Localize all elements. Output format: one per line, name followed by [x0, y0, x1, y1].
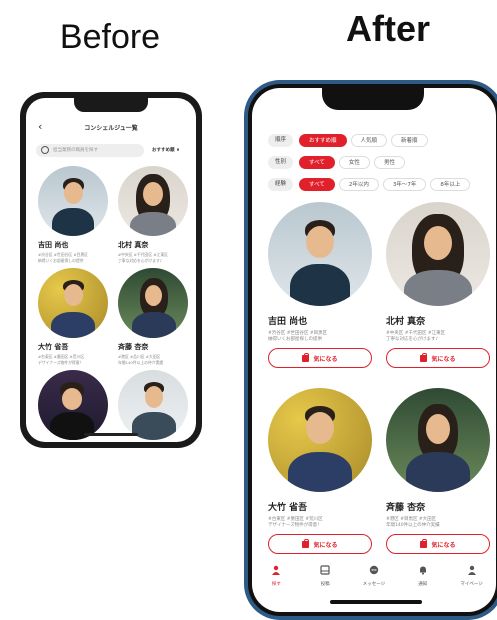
concierge-card[interactable]: 大竹 省吾 #台東区 #墨田区 #荒川区 デザイナーズ物件が得意！ 気になる: [268, 388, 376, 554]
concierge-card[interactable]: 北村 真奈 #中央区 #千代田区 #江東区 丁寧な対応を心がけます♪: [118, 166, 192, 264]
interest-button-label: 気になる: [431, 355, 456, 363]
concierge-card[interactable]: [38, 370, 112, 440]
nav-bar: ‹ コンシェルジュ一覧: [26, 120, 196, 136]
chip-exp-all[interactable]: すべて: [299, 177, 335, 191]
concierge-card[interactable]: 北村 真奈 #中央区 #千代田区 #江東区 丁寧な対応を心がけます♪ 気になる: [386, 202, 494, 368]
concierge-photo: [38, 370, 108, 440]
chip-exp-8y[interactable]: 8年以上: [430, 177, 471, 191]
tab-label: 投稿: [320, 582, 330, 587]
phone-notch: [322, 88, 424, 110]
concierge-card[interactable]: 吉田 尚也 #渋谷区 #世田谷区 #目黒区 納得いくお部屋探しの提供 気になる: [268, 202, 376, 368]
search-input[interactable]: 担当業務の職員を探す: [36, 144, 144, 157]
chip-male[interactable]: 男性: [373, 155, 405, 169]
post-icon: [320, 565, 330, 575]
concierge-card[interactable]: 大竹 省吾 #台東区 #墨田区 #荒川区 デザイナーズ物件が得意！: [38, 268, 112, 366]
phone-notch: [74, 98, 148, 112]
concierge-name: 北村 真奈: [386, 317, 426, 327]
bag-icon: [302, 538, 310, 548]
interest-button[interactable]: 気になる: [386, 348, 490, 368]
concierge-intro: 丁寧な対応を心がけます♪: [118, 258, 163, 263]
concierge-name: 吉田 尚也: [268, 317, 308, 327]
chip-gender-all[interactable]: すべて: [299, 155, 335, 169]
concierge-name: 大竹 省吾: [38, 343, 69, 351]
nav-title: コンシェルジュ一覧: [84, 125, 138, 132]
after-phone: 順序 おすすめ順 人気順 新着順 性別 すべて 女性 男性 経験 すべて 2年以…: [244, 80, 497, 620]
concierge-intro: 年間140件以上の仲介実績: [386, 523, 440, 528]
filter-order: 順序 おすすめ順 人気順 新着順: [268, 132, 432, 148]
concierge-intro: 納得いくお部屋探しの提供: [268, 337, 322, 342]
search-placeholder: 担当業務の職員を探す: [53, 148, 98, 153]
filter-label-order: 順序: [268, 133, 294, 147]
after-screen: 順序 おすすめ順 人気順 新着順 性別 すべて 女性 男性 経験 すべて 2年以…: [252, 88, 496, 612]
tab-message[interactable]: メッセージ: [354, 562, 394, 590]
concierge-card[interactable]: 吉田 尚也 #渋谷区 #世田谷区 #目黒区 納得いくお部屋探しの提供: [38, 166, 112, 264]
tab-label: 探す: [271, 582, 281, 587]
concierge-card[interactable]: 斉藤 杏奈 #港区 #目黒区 #大田区 年間140件以上の仲介実績 気になる: [386, 388, 494, 554]
chip-popular[interactable]: 人気順: [350, 133, 388, 147]
concierge-photo: [386, 388, 490, 492]
interest-button[interactable]: 気になる: [268, 534, 372, 554]
tab-mypage[interactable]: マイページ: [452, 562, 492, 590]
filter-experience: 経験 すべて 2年以内 3年〜7年 8年以上: [268, 176, 474, 192]
concierge-intro: 納得いくお部屋探しの提供: [38, 258, 84, 263]
concierge-intro: 丁寧な対応を心がけます♪: [386, 337, 439, 342]
concierge-photo: [118, 166, 188, 236]
tab-notification[interactable]: 通知: [403, 562, 443, 590]
concierge-photo: [38, 166, 108, 236]
filter-gender: 性別 すべて 女性 男性: [268, 154, 409, 170]
message-icon: [369, 565, 379, 575]
before-screen: ‹ コンシェルジュ一覧 担当業務の職員を探す おすすめ順 ∨ 吉田 尚也 #渋谷…: [26, 98, 196, 442]
concierge-intro: 年間140件以上の仲介実績: [118, 360, 164, 365]
tab-search[interactable]: 探す: [256, 562, 296, 590]
concierge-name: 斉藤 杏奈: [118, 343, 149, 351]
concierge-card[interactable]: 斉藤 杏奈 #港区 #品川区 #大田区 年間140件以上の仲介実績: [118, 268, 192, 366]
chip-exp-2y[interactable]: 2年以内: [338, 177, 379, 191]
before-phone: ‹ コンシェルジュ一覧 担当業務の職員を探す おすすめ順 ∨ 吉田 尚也 #渋谷…: [20, 92, 202, 448]
mypage-icon: [467, 565, 476, 575]
concierge-name: 斉藤 杏奈: [386, 503, 426, 513]
interest-button[interactable]: 気になる: [268, 348, 372, 368]
tab-label: マイページ: [460, 582, 483, 587]
concierge-name: 大竹 省吾: [268, 503, 308, 513]
after-phone-frame: 順序 おすすめ順 人気順 新着順 性別 すべて 女性 男性 経験 すべて 2年以…: [248, 84, 497, 616]
concierge-name: 吉田 尚也: [38, 241, 69, 249]
search-icon: [41, 146, 49, 154]
chip-recommended[interactable]: おすすめ順: [299, 133, 347, 147]
concierge-photo: [268, 202, 372, 306]
bag-icon: [302, 352, 310, 362]
person-search-icon: [272, 565, 281, 575]
concierge-photo: [386, 202, 490, 306]
tab-label: 通知: [418, 582, 428, 587]
home-indicator: [84, 433, 138, 436]
tab-post[interactable]: 投稿: [305, 562, 345, 590]
bell-icon: [419, 566, 426, 575]
interest-button-label: 気になる: [313, 355, 338, 363]
chip-newest[interactable]: 新着順: [391, 133, 428, 147]
sort-dropdown[interactable]: おすすめ順 ∨: [152, 147, 180, 153]
filter-label-experience: 経験: [268, 177, 294, 191]
interest-button-label: 気になる: [431, 541, 456, 549]
before-heading: Before: [59, 18, 161, 56]
concierge-photo: [118, 370, 188, 440]
interest-button-label: 気になる: [313, 541, 338, 549]
bottom-tab-bar: 探す 投稿 メッセージ 通知 マイページ: [252, 562, 496, 590]
concierge-intro: デザイナーズ物件が得意！: [268, 523, 322, 528]
interest-button[interactable]: 気になる: [386, 534, 490, 554]
chip-female[interactable]: 女性: [338, 155, 370, 169]
concierge-name: 北村 真奈: [118, 241, 149, 249]
chip-exp-3-7y[interactable]: 3年〜7年: [382, 177, 427, 191]
bag-icon: [420, 538, 428, 548]
home-indicator: [330, 600, 422, 604]
bag-icon: [420, 352, 428, 362]
filter-label-gender: 性別: [268, 155, 294, 169]
concierge-photo: [268, 388, 372, 492]
concierge-photo: [118, 268, 188, 338]
tab-label: メッセージ: [362, 582, 386, 587]
after-heading: After: [345, 8, 430, 49]
concierge-photo: [38, 268, 108, 338]
concierge-card[interactable]: [118, 370, 192, 440]
concierge-intro: デザイナーズ物件が得意！: [38, 360, 84, 365]
